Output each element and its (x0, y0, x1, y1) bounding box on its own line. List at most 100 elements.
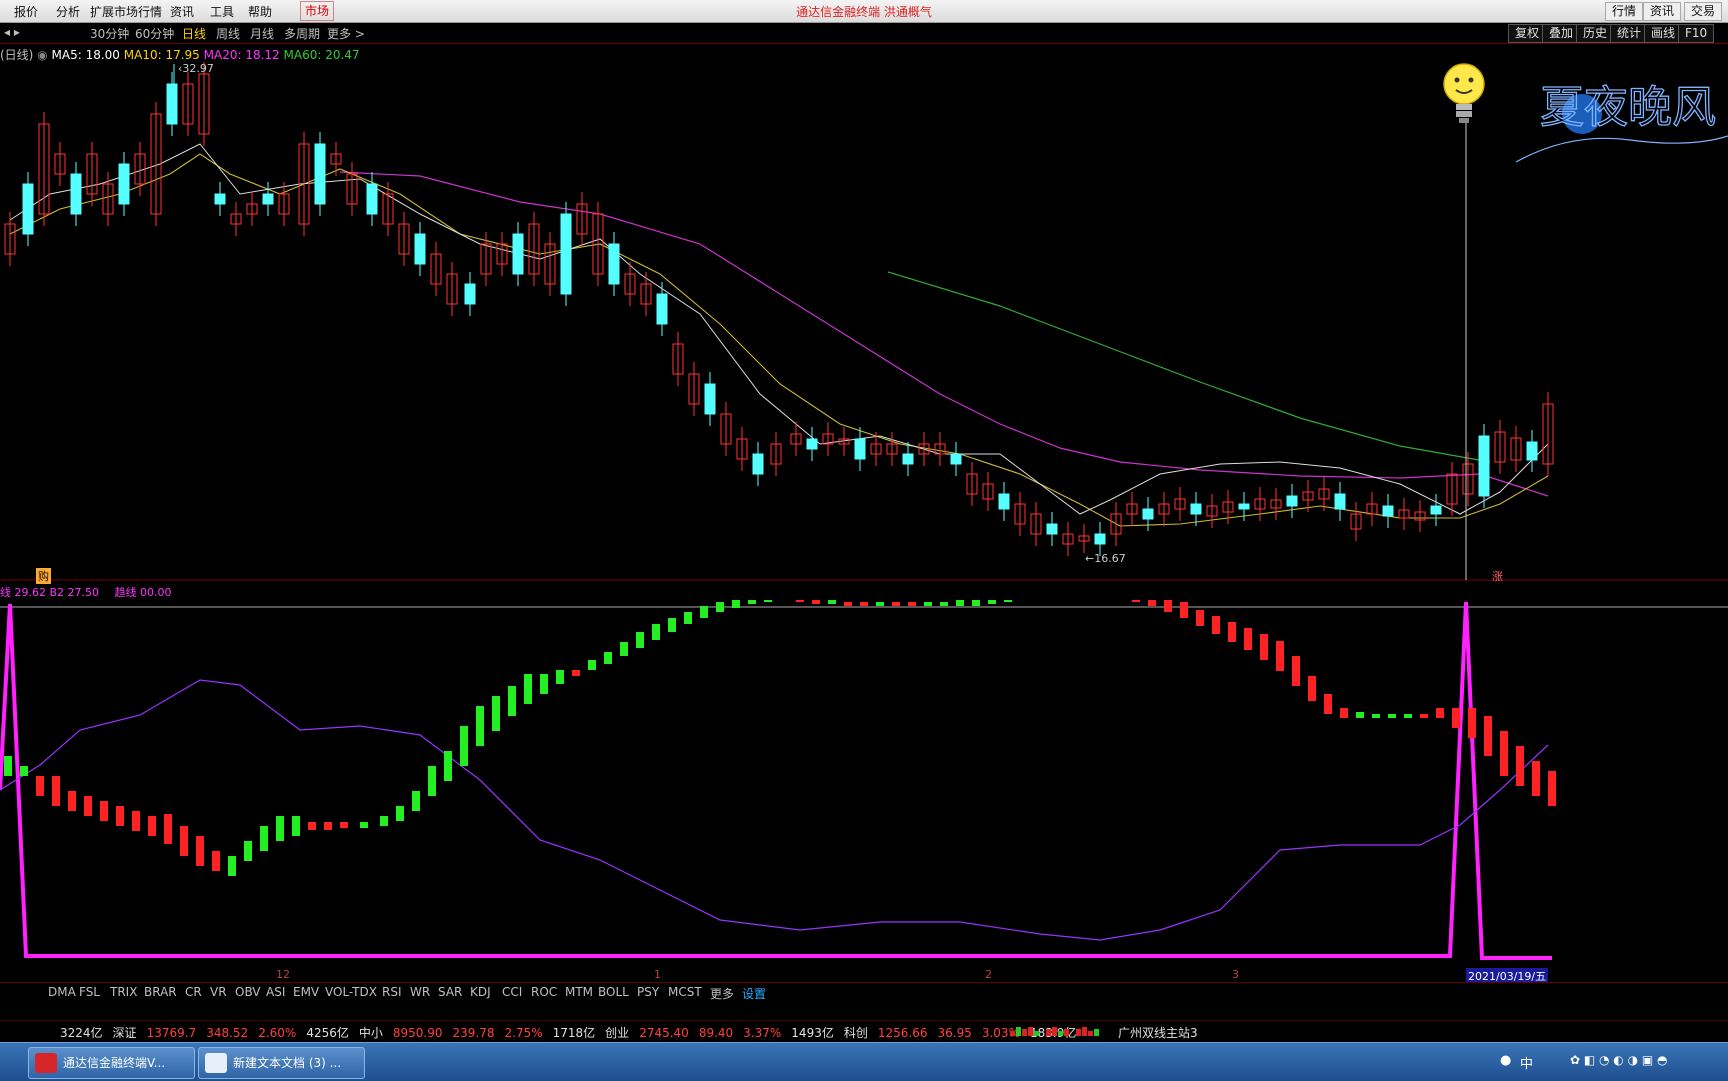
indicator-chart[interactable] (0, 600, 1728, 972)
tab-trix[interactable]: TRIX (110, 985, 137, 999)
tool-draw[interactable]: 画线 (1644, 24, 1683, 43)
period-monthly[interactable]: 月线 (250, 25, 274, 42)
indicator-bar (892, 602, 900, 606)
indicator-bar (732, 600, 740, 608)
period-multi[interactable]: 多周期 (284, 25, 320, 42)
indicator-bar (324, 822, 332, 830)
indicator-bar (1340, 708, 1348, 718)
indicator-bar (1004, 600, 1012, 602)
tool-f10[interactable]: F10 (1678, 24, 1715, 43)
buy-signal-badge: 购 (36, 568, 51, 584)
indicator-bar (1452, 708, 1460, 728)
high-price-label: ‹32.97 (178, 62, 214, 75)
period-weekly[interactable]: 周线 (216, 25, 240, 42)
tab-dma[interactable]: DMA (48, 985, 76, 999)
index-quote-item: 1493亿 (791, 1026, 834, 1040)
toolbar-icon[interactable]: ◂ ▸ (4, 25, 20, 39)
indicator-bar (1196, 610, 1204, 626)
ma10-line (9, 153, 1549, 527)
taskbar-tdx-label: 通达信金融终端V... (63, 1056, 166, 1070)
indicator-bar (292, 816, 300, 836)
taskbar-tdx-app[interactable]: 通达信金融终端V... (28, 1047, 195, 1079)
input-language[interactable]: 中 (1520, 1053, 1533, 1072)
tab-fsl[interactable]: FSL (79, 985, 100, 999)
indicator-bar (1228, 622, 1236, 642)
indicator-bar (924, 602, 932, 606)
menu-item-extended-market[interactable]: 扩展市场行情 (90, 3, 162, 20)
tab-boll[interactable]: BOLL (598, 985, 629, 999)
tool-adjust[interactable]: 复权 (1508, 24, 1547, 43)
tab-emv[interactable]: EMV (293, 985, 319, 999)
taskbar-notepad[interactable]: 新建文本文档 (3) ... (198, 1047, 365, 1079)
indicator-bar (860, 602, 868, 606)
tab-vr[interactable]: VR (210, 985, 227, 999)
tab-mcst[interactable]: MCST (668, 985, 702, 999)
period-30min[interactable]: 30分钟 (90, 25, 129, 42)
indicator-bar (556, 670, 564, 684)
tab-kdj[interactable]: KDJ (470, 985, 491, 999)
indicator-bar (748, 600, 756, 604)
menu-item-news[interactable]: 资讯 (170, 3, 194, 20)
indicator-bar (1532, 761, 1540, 796)
tab-sar[interactable]: SAR (438, 985, 462, 999)
indicator-legend-trend: 趋线 00.00 (114, 586, 172, 599)
tool-overlay[interactable]: 叠加 (1542, 24, 1581, 43)
indicator-bar (1132, 600, 1140, 602)
high-price-value: 32.97 (182, 62, 214, 75)
indicator-bar (1308, 676, 1316, 701)
indicator-bar (20, 766, 28, 776)
menu-item-tools[interactable]: 工具 (210, 3, 234, 20)
tab-settings[interactable]: 设置 (742, 985, 766, 1002)
tab-wr[interactable]: WR (410, 985, 430, 999)
index-quote-item: 3224亿 (60, 1026, 103, 1040)
indicator-bar (360, 822, 368, 828)
period-daily[interactable]: 日线 (182, 25, 206, 42)
tab-obv[interactable]: OBV (235, 985, 261, 999)
indicator-bar (68, 791, 76, 811)
indicator-bar (1548, 771, 1556, 806)
tab-brar[interactable]: BRAR (144, 985, 177, 999)
indicator-bar (1516, 746, 1524, 786)
indicator-bar (196, 836, 204, 866)
period-60min[interactable]: 60分钟 (135, 25, 174, 42)
signal-blocks-icon (1010, 1027, 1099, 1036)
news-button[interactable]: 资讯 (1643, 2, 1682, 21)
input-method-icon[interactable]: ● (1500, 1053, 1511, 1068)
indicator-bar (260, 826, 268, 851)
tab-roc[interactable]: ROC (531, 985, 557, 999)
indicator-bar (524, 674, 532, 704)
tab-psy[interactable]: PSY (637, 985, 659, 999)
indicator-bar (540, 674, 548, 694)
tab-more[interactable]: 更多 (710, 985, 734, 1002)
market-tab[interactable]: 市场 (300, 1, 335, 21)
indicator-bar (636, 632, 644, 648)
indicator-bar (812, 600, 820, 604)
signature-logo: 夏夜晚风 (1515, 81, 1728, 163)
tray-icons[interactable]: ✿ ◧ ◔ ◐ ◑ ▣ ◓ (1570, 1053, 1668, 1067)
indicator-bar (908, 602, 916, 606)
indicator-legend: 线 29.62 B2 27.50 趋线 00.00 (0, 584, 172, 600)
indicator-bar (476, 706, 484, 746)
period-more[interactable]: 更多 > (327, 25, 365, 42)
indicator-signal-line (0, 679, 1549, 941)
tab-rsi[interactable]: RSI (382, 985, 402, 999)
tool-stats[interactable]: 统计 (1610, 24, 1649, 43)
indicator-bar (1372, 714, 1380, 718)
tab-vol-tdx[interactable]: VOL-TDX (325, 985, 377, 999)
menu-item-help[interactable]: 帮助 (248, 3, 272, 20)
tab-mtm[interactable]: MTM (565, 985, 593, 999)
menu-item-quote[interactable]: 报价 (14, 3, 38, 20)
indicator-bar (876, 602, 884, 606)
quote-button[interactable]: 行情 (1605, 2, 1644, 21)
candles (4, 62, 1554, 556)
signature-text: 夏夜晚风 (1540, 82, 1716, 133)
tab-cr[interactable]: CR (185, 985, 202, 999)
tool-history[interactable]: 历史 (1576, 24, 1615, 43)
menu-item-analysis[interactable]: 分析 (56, 3, 80, 20)
index-quote-item: 中小 (358, 1026, 383, 1040)
index-quote-item: 创业 (605, 1026, 630, 1040)
tab-asi[interactable]: ASI (266, 985, 285, 999)
indicator-bar (1420, 714, 1428, 718)
trade-button[interactable]: 交易 (1684, 2, 1723, 21)
tab-cci[interactable]: CCI (502, 985, 522, 999)
